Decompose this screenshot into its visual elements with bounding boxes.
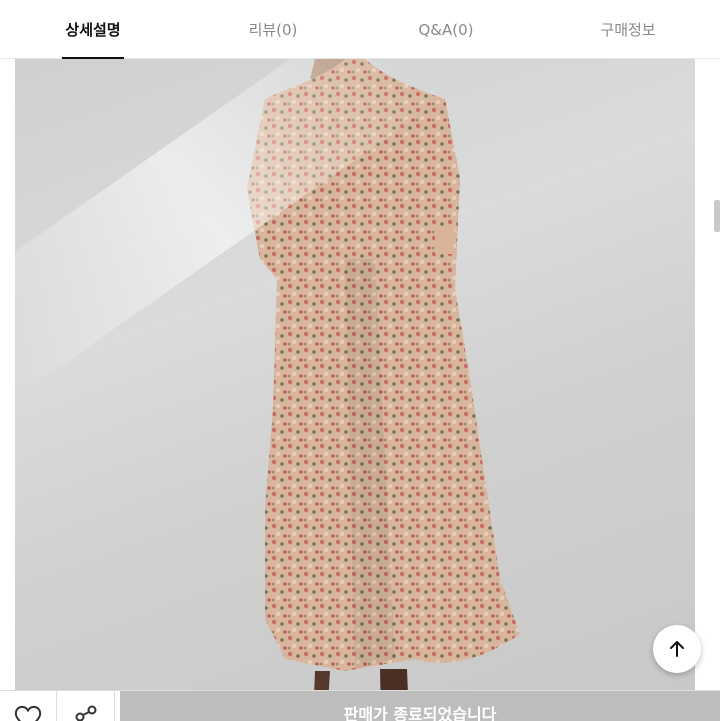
dress-illustration <box>247 59 520 720</box>
tab-bar: 상세설명 리뷰(0) Q&A(0) 구매정보 <box>0 0 720 59</box>
product-image <box>15 59 705 720</box>
page-scrollbar-thumb[interactable] <box>714 200 720 232</box>
image-edge <box>695 59 705 720</box>
like-button[interactable] <box>0 691 57 721</box>
share-icon <box>75 705 97 721</box>
tab-qna[interactable]: Q&A(0) <box>406 0 486 58</box>
sold-out-banner: 판매가 종료되었습니다 <box>120 691 720 721</box>
heart-icon <box>14 705 42 721</box>
scroll-to-top-button[interactable] <box>653 625 701 673</box>
tab-description[interactable]: 상세설명 <box>62 0 124 59</box>
bottom-action-bar: 판매가 종료되었습니다 <box>0 690 720 721</box>
arrow-up-icon <box>670 641 684 657</box>
tab-reviews[interactable]: 리뷰(0) <box>238 0 308 58</box>
tab-purchase-info[interactable]: 구매정보 <box>588 0 668 58</box>
share-button[interactable] <box>58 691 115 721</box>
